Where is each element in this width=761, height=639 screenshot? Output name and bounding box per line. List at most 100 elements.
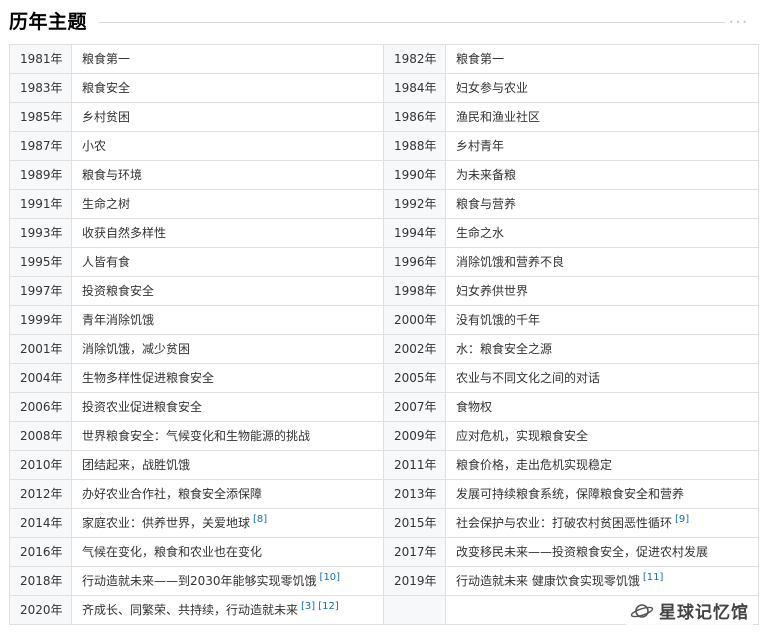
theme-cell: 粮食价格，走出危机实现稳定: [445, 450, 759, 480]
theme-cell: 没有饥饿的千年: [445, 305, 759, 335]
table-row: 1989年 粮食与环境 1990年 为未来备粮: [9, 160, 759, 190]
theme-text: 粮食与营养: [456, 197, 517, 211]
table-row: 2004年 生物多样性促进粮食安全 2005年 农业与不同文化之间的对话: [9, 363, 759, 393]
theme-text: 世界粮食安全：气候变化和生物能源的挑战: [82, 429, 311, 443]
theme-text: 食物权: [456, 400, 493, 414]
theme-cell: 粮食安全: [71, 73, 384, 103]
year-cell: 2009年: [383, 421, 446, 451]
theme-cell: 社会保护与农业：打破农村贫困恶性循环 [9]: [445, 508, 759, 538]
theme-text: 粮食第一: [82, 52, 131, 66]
theme-text: 家庭农业：供养世界，关爱地球: [82, 516, 251, 530]
citation-link[interactable]: [12]: [318, 601, 339, 612]
theme-text: 乡村青年: [456, 139, 505, 153]
year-cell: 2019年: [383, 566, 446, 596]
year-cell: 1998年: [383, 276, 446, 306]
theme-text: 生命之树: [82, 197, 131, 211]
year-cell: 1983年: [9, 73, 72, 103]
title-divider: [99, 21, 725, 23]
year-cell: 2010年: [9, 450, 72, 480]
theme-cell: 发展可持续粮食系统，保障粮食安全和营养: [445, 479, 759, 509]
theme-cell: 家庭农业：供养世界，关爱地球 [8]: [71, 508, 384, 538]
theme-cell: 世界粮食安全：气候变化和生物能源的挑战: [71, 421, 384, 451]
theme-text: 乡村贫困: [82, 110, 131, 124]
theme-cell: 水：粮食安全之源: [445, 334, 759, 364]
section-header: 历年主题 •••: [9, 4, 749, 36]
theme-text: 妇女参与农业: [456, 81, 529, 95]
theme-cell: 生物多样性促进粮食安全: [71, 363, 384, 393]
theme-text: 水：粮食安全之源: [456, 342, 553, 356]
year-cell: 1996年: [383, 247, 446, 277]
year-cell: 2004年: [9, 363, 72, 393]
theme-text: 人皆有食: [82, 255, 131, 269]
citation-link[interactable]: [9]: [675, 514, 689, 525]
citation-link[interactable]: [11]: [643, 572, 664, 583]
year-cell: 1994年: [383, 218, 446, 248]
citation-link[interactable]: [3]: [301, 601, 315, 612]
year-cell: 1995年: [9, 247, 72, 277]
year-cell: 2001年: [9, 334, 72, 364]
year-cell: 1984年: [383, 73, 446, 103]
theme-text: 消除饥饿和营养不良: [456, 255, 565, 269]
theme-cell: 人皆有食: [71, 247, 384, 277]
theme-cell: 改变移民未来——投资粮食安全，促进农村发展: [445, 537, 759, 567]
year-cell: 2002年: [383, 334, 446, 364]
theme-text: 小农: [82, 139, 107, 153]
theme-cell: 乡村青年: [445, 131, 759, 161]
theme-cell: 妇女参与农业: [445, 73, 759, 103]
table-row: 1987年 小农 1988年 乡村青年: [9, 131, 759, 161]
table-row: 1983年 粮食安全 1984年 妇女参与农业: [9, 73, 759, 103]
year-cell: 1990年: [383, 160, 446, 190]
theme-cell: 妇女养供世界: [445, 276, 759, 306]
year-cell: 2013年: [383, 479, 446, 509]
table-body: 1981年 粮食第一 1982年 粮食第一 1983年 粮食安全 1984年 妇女参与农业 19…: [9, 44, 759, 625]
theme-text: 消除饥饿，减少贫困: [82, 342, 191, 356]
theme-cell: 粮食与营养: [445, 189, 759, 219]
theme-text: 社会保护与农业：打破农村贫困恶性循环: [456, 516, 673, 530]
year-cell: 1981年: [9, 44, 72, 74]
theme-text: 没有饥饿的千年: [456, 313, 541, 327]
table-row: 2006年 投资农业促进粮食安全 2007年 食物权: [9, 392, 759, 422]
theme-text: 生命之水: [456, 226, 505, 240]
theme-text: 行动造就未来 健康饮食实现零饥饿: [456, 574, 640, 588]
theme-cell: 行动造就未来 健康饮食实现零饥饿 [11]: [445, 566, 759, 596]
year-cell: 2005年: [383, 363, 446, 393]
year-cell: 1988年: [383, 131, 446, 161]
year-cell: 1986年: [383, 102, 446, 132]
theme-cell: 消除饥饿，减少贫困: [71, 334, 384, 364]
theme-text: 投资农业促进粮食安全: [82, 400, 203, 414]
year-cell: 1987年: [9, 131, 72, 161]
table-row: 2008年 世界粮食安全：气候变化和生物能源的挑战 2009年 应对危机，实现粮食安全: [9, 421, 759, 451]
theme-cell: 粮食与环境: [71, 160, 384, 190]
year-cell: 2006年: [9, 392, 72, 422]
table-row: 1993年 收获自然多样性 1994年 生命之水: [9, 218, 759, 248]
theme-cell: 收获自然多样性: [71, 218, 384, 248]
watermark-text: 星球记忆馆: [659, 603, 749, 623]
year-cell: 1982年: [383, 44, 446, 74]
theme-text: 投资粮食安全: [82, 284, 155, 298]
theme-cell: 生命之树: [71, 189, 384, 219]
theme-cell: 生命之水: [445, 218, 759, 248]
theme-cell: 消除饥饿和营养不良: [445, 247, 759, 277]
year-cell: 1985年: [9, 102, 72, 132]
citation-link[interactable]: [10]: [320, 572, 341, 583]
year-cell: 2011年: [383, 450, 446, 480]
citation-link[interactable]: [8]: [253, 514, 267, 525]
table-row: 2016年 气候在变化，粮食和农业也在变化 2017年 改变移民未来——投资粮食安全，…: [9, 537, 759, 567]
theme-cell: 农业与不同文化之间的对话: [445, 363, 759, 393]
theme-text: 生物多样性促进粮食安全: [82, 371, 215, 385]
theme-cell: 为未来备粮: [445, 160, 759, 190]
year-cell: 1999年: [9, 305, 72, 335]
page-title: 历年主题: [9, 10, 88, 33]
year-cell: [383, 595, 446, 625]
theme-cell: 投资粮食安全: [71, 276, 384, 306]
table-row: 2018年 行动造就未来——到2030年能够实现零饥饿 [10] 2019年 行动造就未…: [9, 566, 759, 596]
theme-cell: 气候在变化，粮食和农业也在变化: [71, 537, 384, 567]
theme-cell: 乡村贫困: [71, 102, 384, 132]
table-row: 1999年 青年消除饥饿 2000年 没有饥饿的千年: [9, 305, 759, 335]
theme-text: 渔民和渔业社区: [456, 110, 541, 124]
year-cell: 2000年: [383, 305, 446, 335]
theme-cell: 投资农业促进粮食安全: [71, 392, 384, 422]
theme-cell: 齐成长、同繁荣、共持续，行动造就未来 [3] [12]: [71, 595, 384, 625]
table-row: 1995年 人皆有食 1996年 消除饥饿和营养不良: [9, 247, 759, 277]
theme-text: 气候在变化，粮食和农业也在变化: [82, 545, 263, 559]
